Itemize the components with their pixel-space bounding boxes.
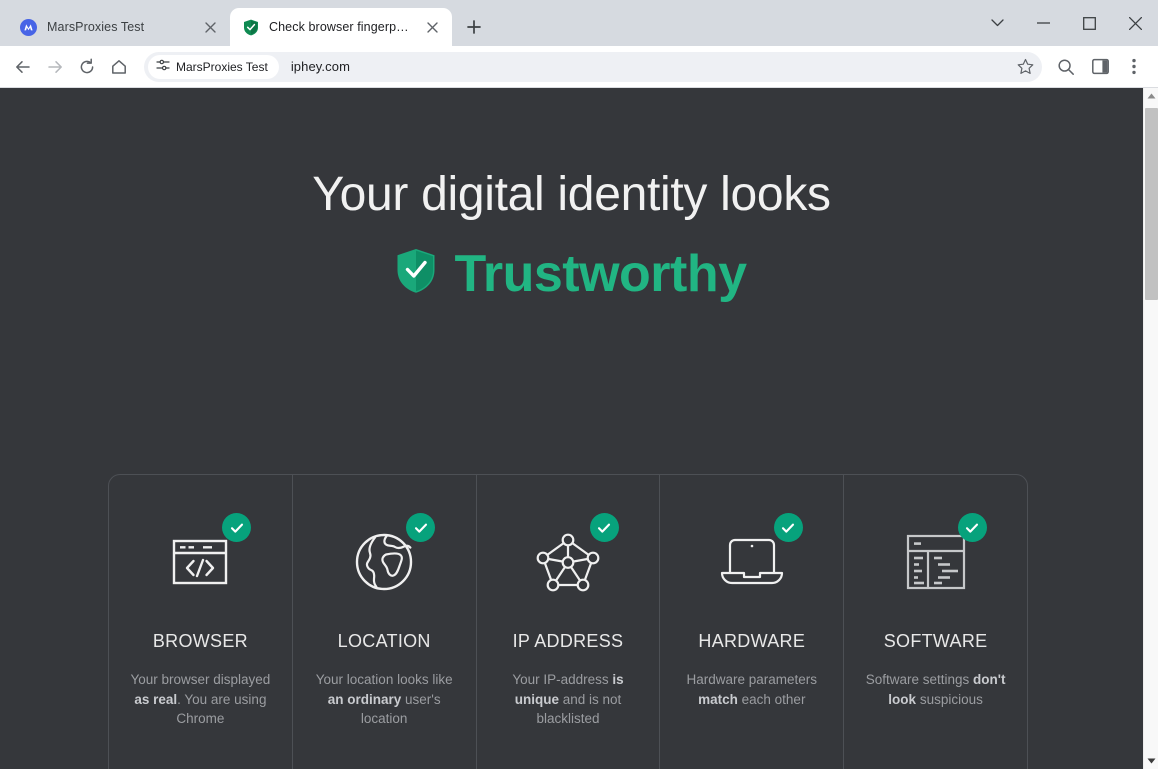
- desc-part: Hardware parameters: [686, 672, 818, 687]
- desc-part-bold: an ordinary: [327, 691, 402, 707]
- card-location[interactable]: LOCATION Your location looks like an ord…: [293, 475, 477, 769]
- check-circle-icon: [406, 513, 436, 542]
- check-circle-icon: [957, 513, 987, 542]
- star-icon[interactable]: [1012, 54, 1038, 80]
- close-window-button[interactable]: [1112, 0, 1158, 46]
- network-nodes-icon: [536, 531, 600, 598]
- card-icon-wrap: [697, 513, 807, 605]
- settings-panel-icon: [906, 534, 966, 595]
- close-tab-button[interactable]: [422, 17, 442, 37]
- desc-part: Your location looks like: [315, 672, 453, 687]
- laptop-icon: [719, 535, 785, 594]
- tab-check-browser-fingerprints[interactable]: Check browser fingerprints: [230, 8, 452, 46]
- card-title: LOCATION: [337, 631, 431, 651]
- check-circle-icon: [222, 513, 252, 542]
- card-title: BROWSER: [152, 631, 248, 651]
- profile-identity-chip[interactable]: MarsProxies Test: [148, 54, 279, 79]
- window-controls: [974, 0, 1158, 46]
- check-circle-icon: [589, 513, 619, 542]
- card-icon-wrap: [881, 513, 991, 605]
- desc-part-bold: match: [698, 691, 738, 707]
- close-tab-button[interactable]: [200, 17, 220, 37]
- browser-window: MarsProxies Test Check browser fingerpri…: [0, 0, 1158, 769]
- tab-search-button[interactable]: [974, 0, 1020, 46]
- scroll-down-button[interactable]: [1144, 753, 1158, 769]
- card-description: Your location looks like an ordinary use…: [312, 670, 457, 729]
- page-title: Your digital identity looks: [312, 168, 831, 221]
- maximize-button[interactable]: [1066, 0, 1112, 46]
- desc-part: Your IP-address: [512, 672, 613, 687]
- desc-part: . You are using Chrome: [176, 691, 267, 727]
- verdict-row: Trustworthy: [0, 244, 1143, 304]
- url-text[interactable]: iphey.com: [291, 59, 350, 74]
- tab-title: MarsProxies Test: [47, 20, 145, 34]
- iphey-page: Your digital identity looks Trustworthy: [0, 88, 1143, 769]
- desc-part: each other: [737, 691, 806, 707]
- browser-window-code-icon: [169, 531, 231, 598]
- address-bar[interactable]: MarsProxies Test iphey.com: [144, 51, 1042, 82]
- verdict-label: Trustworthy: [454, 244, 747, 303]
- card-description: Hardware parameters match each other: [679, 670, 824, 709]
- card-description: Software settings don't look suspicious: [863, 670, 1008, 709]
- card-hardware[interactable]: HARDWARE Hardware parameters match each …: [660, 475, 845, 769]
- card-description: Your browser displayed as real. You are …: [128, 670, 273, 729]
- home-button[interactable]: [104, 52, 134, 82]
- tune-icon: [156, 58, 170, 75]
- check-circle-icon: [773, 513, 803, 542]
- side-panel-icon[interactable]: [1084, 51, 1116, 83]
- scrollbar-thumb[interactable]: [1144, 108, 1158, 300]
- tab-title: Check browser fingerprints: [269, 20, 412, 34]
- shield-check-icon: [396, 248, 436, 299]
- card-browser[interactable]: BROWSER Your browser displayed as real. …: [109, 475, 293, 769]
- card-title: IP ADDRESS: [512, 631, 624, 651]
- card-title: SOFTWARE: [883, 631, 988, 651]
- search-icon[interactable]: [1050, 51, 1082, 83]
- hero-section: Your digital identity looks Trustworthy: [0, 88, 1143, 304]
- status-cards-container: BROWSER Your browser displayed as real. …: [108, 474, 1028, 769]
- profile-chip-label: MarsProxies Test: [176, 59, 268, 74]
- tab-marsproxies-test[interactable]: MarsProxies Test: [8, 8, 230, 46]
- new-tab-button[interactable]: [460, 13, 488, 41]
- card-software[interactable]: SOFTWARE Software settings don't look su…: [844, 475, 1027, 769]
- three-dot-menu-icon[interactable]: [1118, 51, 1150, 83]
- marsproxies-icon: [20, 18, 37, 36]
- forward-button[interactable]: [40, 52, 70, 82]
- desc-part: Software settings: [865, 672, 973, 687]
- scroll-up-button[interactable]: [1144, 88, 1158, 104]
- card-icon-wrap: [329, 513, 439, 605]
- globe-icon: [353, 531, 415, 598]
- card-icon-wrap: [145, 513, 255, 605]
- desc-part: Your browser displayed: [130, 672, 271, 687]
- tab-strip: MarsProxies Test Check browser fingerpri…: [0, 0, 1158, 46]
- card-icon-wrap: [513, 513, 623, 605]
- scrollbar-track[interactable]: [1144, 104, 1158, 753]
- desc-part: suspicious: [916, 691, 983, 707]
- card-title: HARDWARE: [698, 631, 806, 651]
- page-viewport: Your digital identity looks Trustworthy: [0, 88, 1158, 769]
- card-description: Your IP-address is unique and is not bla…: [495, 670, 640, 729]
- back-button[interactable]: [8, 52, 38, 82]
- browser-toolbar: MarsProxies Test iphey.com: [0, 46, 1158, 88]
- reload-button[interactable]: [72, 52, 102, 82]
- minimize-button[interactable]: [1020, 0, 1066, 46]
- green-shield-icon: [242, 19, 259, 36]
- page-scrollbar[interactable]: [1143, 88, 1158, 769]
- card-ip-address[interactable]: IP ADDRESS Your IP-address is unique and…: [477, 475, 661, 769]
- desc-part-bold: as real: [134, 691, 178, 707]
